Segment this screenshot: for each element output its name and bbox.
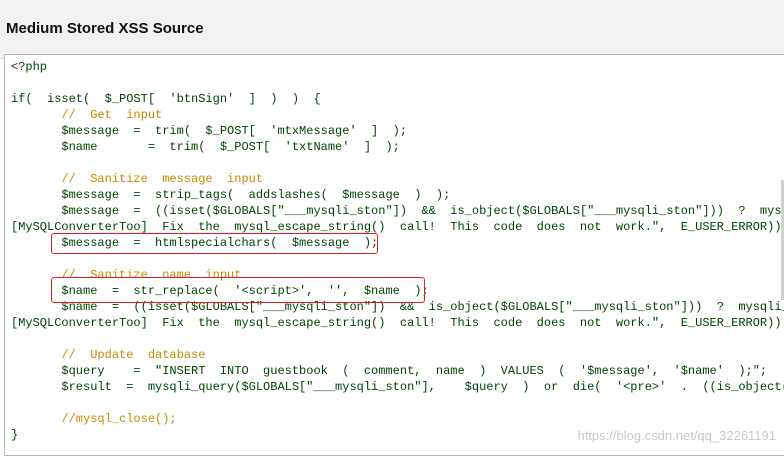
page-header: Medium Stored XSS Source — [0, 0, 784, 59]
highlight-htmlspecialchars — [51, 233, 378, 254]
code-line: $result = mysqli_query($GLOBALS["___mysq… — [11, 380, 784, 394]
code-line: $message = ((isset($GLOBALS["___mysqli_s… — [11, 204, 784, 218]
code-line: [MySQLConverterToo] Fix the mysql_escape… — [11, 316, 784, 330]
code-comment-line: // Sanitize message input — [11, 172, 264, 186]
code-line: $message = strip_tags( addslashes( $mess… — [11, 188, 451, 202]
code-line: $message = trim( $_POST[ 'mtxMessage' ] … — [11, 124, 408, 138]
code-comment-line: // Update database — [11, 348, 206, 362]
watermark: https://blog.csdn.net/qq_32261191 — [577, 428, 776, 443]
code-comment-line: //mysql_close(); — [11, 412, 177, 426]
code-line: $name = trim( $_POST[ 'txtName' ] ); — [11, 140, 400, 154]
code-line: $query = "INSERT INTO guestbook ( commen… — [11, 364, 768, 378]
code-comment-line: // Get input — [11, 108, 163, 122]
page-title: Medium Stored XSS Source — [6, 20, 204, 37]
source-code-panel: <?php if( isset( $_POST[ 'btnSign' ] ) ) … — [4, 54, 784, 456]
highlight-str-replace — [51, 277, 425, 303]
code-line: <?php — [11, 60, 48, 74]
code-line: if( isset( $_POST[ 'btnSign' ] ) ) { — [11, 92, 321, 106]
